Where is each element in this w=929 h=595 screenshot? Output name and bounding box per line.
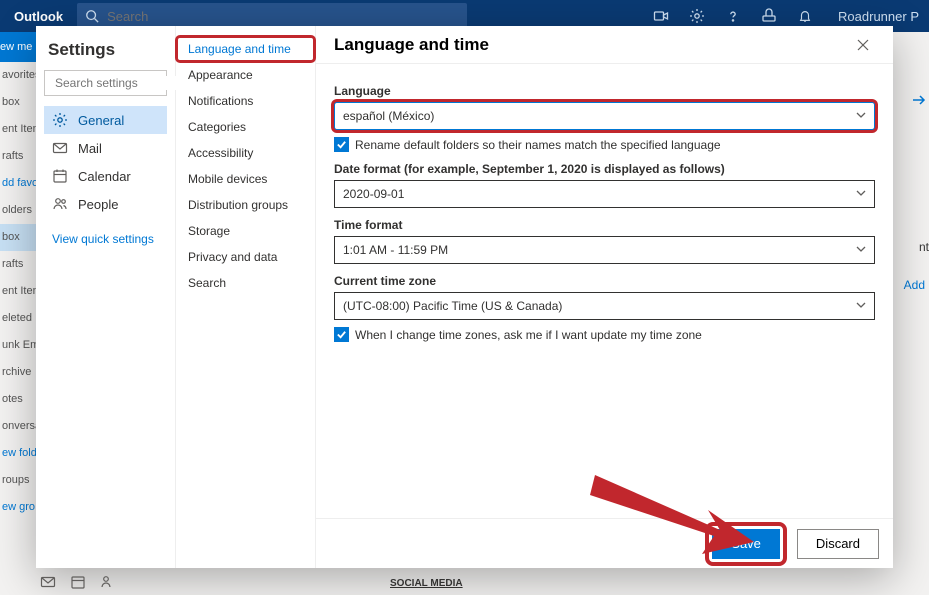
folder-item[interactable]: olders (0, 197, 36, 224)
settings-gear-icon[interactable] (688, 7, 706, 25)
category-people[interactable]: People (44, 190, 167, 218)
app-logo: Outlook (0, 9, 77, 24)
chevron-down-icon (856, 243, 866, 257)
timezone-ask-label: When I change time zones, ask me if I wa… (355, 328, 702, 342)
folder-item-selected[interactable]: box (0, 224, 36, 251)
category-label: General (78, 113, 124, 128)
save-highlight: Save (705, 522, 787, 566)
folder-item[interactable]: ent Item (0, 116, 36, 143)
folder-item[interactable]: otes (0, 386, 36, 413)
folder-item[interactable]: rafts (0, 251, 36, 278)
folder-item[interactable]: ent Item (0, 278, 36, 305)
category-label: People (78, 197, 118, 212)
language-select[interactable]: español (México) (334, 102, 875, 130)
chevron-down-icon (856, 109, 866, 123)
view-quick-settings-link[interactable]: View quick settings (44, 232, 167, 246)
save-button[interactable]: Save (712, 529, 780, 559)
close-button[interactable] (851, 33, 875, 57)
people-module-icon[interactable] (100, 574, 116, 590)
peek-add[interactable]: Add (904, 278, 925, 292)
gear-icon (52, 112, 68, 128)
timezone-value: (UTC-08:00) Pacific Time (US & Canada) (343, 299, 562, 313)
settings-dialog: Settings General Mail Calendar People Vi… (36, 26, 893, 568)
folder-item[interactable]: ew gro (0, 494, 36, 521)
people-icon (52, 196, 68, 212)
pane-footer: Save Discard (316, 518, 893, 568)
subitem-search[interactable]: Search (176, 270, 315, 296)
date-format-label: Date format (for example, September 1, 2… (334, 162, 875, 176)
settings-pane: Language and time Language español (Méxi… (316, 26, 893, 568)
folder-item[interactable]: rchive (0, 359, 36, 386)
subitem-language-and-time[interactable]: Language and time (176, 36, 315, 62)
time-format-value: 1:01 AM - 11:59 PM (343, 243, 448, 257)
time-format-label: Time format (334, 218, 875, 232)
date-format-value: 2020-09-01 (343, 187, 404, 201)
subitem-mobile-devices[interactable]: Mobile devices (176, 166, 315, 192)
timezone-select[interactable]: (UTC-08:00) Pacific Time (US & Canada) (334, 292, 875, 320)
category-label: Calendar (78, 169, 131, 184)
search-icon (85, 9, 99, 23)
pane-title: Language and time (334, 35, 489, 55)
folder-item[interactable]: box (0, 89, 36, 116)
subitem-categories[interactable]: Categories (176, 114, 315, 140)
discard-button[interactable]: Discard (797, 529, 879, 559)
subitem-distribution-groups[interactable]: Distribution groups (176, 192, 315, 218)
mail-icon (52, 140, 68, 156)
subitem-storage[interactable]: Storage (176, 218, 315, 244)
peek-arrow-icon[interactable] (909, 90, 929, 113)
timezone-ask-checkbox[interactable]: When I change time zones, ask me if I wa… (334, 327, 875, 342)
module-switcher (40, 574, 116, 590)
category-calendar[interactable]: Calendar (44, 162, 167, 190)
new-message-button[interactable]: ew me (0, 32, 36, 62)
settings-subnav: Language and time Appearance Notificatio… (176, 26, 316, 568)
subitem-privacy-and-data[interactable]: Privacy and data (176, 244, 315, 270)
folder-item[interactable]: rafts (0, 143, 36, 170)
folder-item[interactable]: unk Ema (0, 332, 36, 359)
settings-title: Settings (44, 40, 167, 60)
rename-folders-label: Rename default folders so their names ma… (355, 138, 721, 152)
subitem-accessibility[interactable]: Accessibility (176, 140, 315, 166)
rename-folders-checkbox[interactable]: Rename default folders so their names ma… (334, 137, 875, 152)
calendar-module-icon[interactable] (70, 574, 86, 590)
folder-item[interactable]: onversa (0, 413, 36, 440)
header-actions: Roadrunner P (652, 7, 929, 25)
folder-item[interactable]: roups (0, 467, 36, 494)
notifications-bell-icon[interactable] (796, 7, 814, 25)
social-media-heading: SOCIAL MEDIA (390, 578, 463, 589)
category-general[interactable]: General (44, 106, 167, 134)
category-label: Mail (78, 141, 102, 156)
calendar-icon (52, 168, 68, 184)
meet-now-icon[interactable] (652, 7, 670, 25)
folder-item[interactable]: ew fold (0, 440, 36, 467)
folder-item[interactable]: dd favo (0, 170, 36, 197)
language-label: Language (334, 84, 875, 98)
folder-item[interactable]: eleted I (0, 305, 36, 332)
subitem-appearance[interactable]: Appearance (176, 62, 315, 88)
mail-module-icon[interactable] (40, 574, 56, 590)
diagnostics-icon[interactable] (760, 7, 778, 25)
help-icon[interactable] (724, 7, 742, 25)
chevron-down-icon (856, 187, 866, 201)
user-name[interactable]: Roadrunner P (838, 9, 919, 24)
checkbox-checked-icon (334, 137, 349, 152)
timezone-label: Current time zone (334, 274, 875, 288)
language-value: español (México) (343, 109, 434, 123)
settings-search[interactable] (44, 70, 167, 96)
close-icon (856, 38, 870, 52)
pane-header: Language and time (316, 26, 893, 64)
settings-nav: Settings General Mail Calendar People Vi… (36, 26, 176, 568)
peek-text: nt (919, 240, 929, 254)
category-mail[interactable]: Mail (44, 134, 167, 162)
checkbox-checked-icon (334, 327, 349, 342)
global-search-input[interactable] (107, 9, 467, 24)
chevron-down-icon (856, 299, 866, 313)
subitem-notifications[interactable]: Notifications (176, 88, 315, 114)
pane-body: Language español (México) Rename default… (316, 64, 893, 518)
folder-item[interactable]: avorites (0, 62, 36, 89)
time-format-select[interactable]: 1:01 AM - 11:59 PM (334, 236, 875, 264)
folder-list: avorites box ent Item rafts dd favo olde… (0, 62, 36, 592)
date-format-select[interactable]: 2020-09-01 (334, 180, 875, 208)
